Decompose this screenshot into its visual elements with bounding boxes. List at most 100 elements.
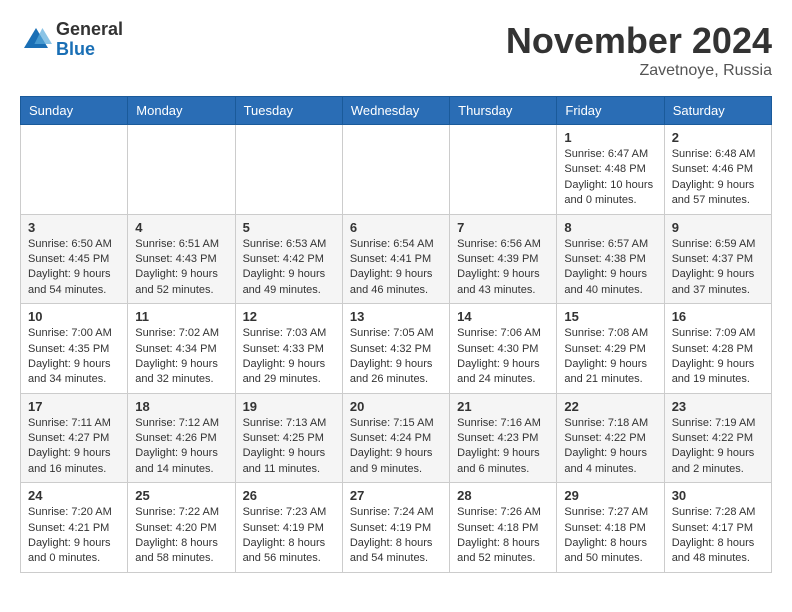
week-row-4: 24 Sunrise: 7:20 AM Sunset: 4:21 PM Dayli… bbox=[21, 483, 772, 573]
day-number: 8 bbox=[564, 220, 656, 235]
calendar-cell: 14 Sunrise: 7:06 AM Sunset: 4:30 PM Dayli… bbox=[450, 304, 557, 394]
day-number: 24 bbox=[28, 488, 120, 503]
day-number: 11 bbox=[135, 309, 227, 324]
logo-blue-text: Blue bbox=[56, 40, 123, 60]
month-title: November 2024 bbox=[506, 20, 772, 62]
calendar-cell: 17 Sunrise: 7:11 AM Sunset: 4:27 PM Dayli… bbox=[21, 393, 128, 483]
logo: General Blue bbox=[20, 20, 123, 60]
day-number: 27 bbox=[350, 488, 442, 503]
calendar-cell: 12Sunrise: 7:03 AM Sunset: 4:33 PM Dayli… bbox=[235, 304, 342, 394]
day-number: 6 bbox=[350, 220, 442, 235]
week-row-1: 3 Sunrise: 6:50 AM Sunset: 4:45 PM Daylig… bbox=[21, 214, 772, 304]
header-wednesday: Wednesday bbox=[342, 97, 449, 125]
calendar-cell: 6 Sunrise: 6:54 AM Sunset: 4:41 PM Daylig… bbox=[342, 214, 449, 304]
day-info: Sunrise: 6:48 AM Sunset: 4:46 PM Dayligh… bbox=[672, 147, 764, 209]
calendar-cell: 3 Sunrise: 6:50 AM Sunset: 4:45 PM Daylig… bbox=[21, 214, 128, 304]
calendar-cell: 1 Sunrise: 6:47 AM Sunset: 4:48 PM Daylig… bbox=[557, 125, 664, 215]
logo-icon bbox=[20, 24, 52, 56]
calendar-cell: 24 Sunrise: 7:20 AM Sunset: 4:21 PM Dayli… bbox=[21, 483, 128, 573]
day-number: 23 bbox=[672, 399, 764, 414]
day-number: 25 bbox=[135, 488, 227, 503]
calendar-cell: 13 Sunrise: 7:05 AM Sunset: 4:32 PM Dayli… bbox=[342, 304, 449, 394]
day-info: Sunrise: 7:05 AM Sunset: 4:32 PM Dayligh… bbox=[350, 326, 442, 388]
calendar-cell: 10Sunrise: 7:00 AM Sunset: 4:35 PM Dayli… bbox=[21, 304, 128, 394]
day-info: Sunrise: 6:54 AM Sunset: 4:41 PM Dayligh… bbox=[350, 237, 442, 299]
calendar-cell: 15Sunrise: 7:08 AM Sunset: 4:29 PM Dayli… bbox=[557, 304, 664, 394]
calendar-cell: 18 Sunrise: 7:12 AM Sunset: 4:26 PM Dayli… bbox=[128, 393, 235, 483]
calendar-table: SundayMondayTuesdayWednesdayThursdayFrid… bbox=[20, 96, 772, 573]
calendar-cell: 9Sunrise: 6:59 AM Sunset: 4:37 PM Daylig… bbox=[664, 214, 771, 304]
logo-general-text: General bbox=[56, 20, 123, 40]
calendar-cell: 16 Sunrise: 7:09 AM Sunset: 4:28 PM Dayli… bbox=[664, 304, 771, 394]
calendar-cell: 21 Sunrise: 7:16 AM Sunset: 4:23 PM Dayli… bbox=[450, 393, 557, 483]
day-info: Sunrise: 7:24 AM Sunset: 4:19 PM Dayligh… bbox=[350, 505, 442, 567]
calendar-cell: 30Sunrise: 7:28 AM Sunset: 4:17 PM Dayli… bbox=[664, 483, 771, 573]
day-number: 21 bbox=[457, 399, 549, 414]
calendar-cell: 28 Sunrise: 7:26 AM Sunset: 4:18 PM Dayli… bbox=[450, 483, 557, 573]
day-info: Sunrise: 7:28 AM Sunset: 4:17 PM Dayligh… bbox=[672, 505, 764, 567]
calendar-cell: 4 Sunrise: 6:51 AM Sunset: 4:43 PM Daylig… bbox=[128, 214, 235, 304]
calendar-cell: 19Sunrise: 7:13 AM Sunset: 4:25 PM Dayli… bbox=[235, 393, 342, 483]
day-number: 28 bbox=[457, 488, 549, 503]
day-info: Sunrise: 7:06 AM Sunset: 4:30 PM Dayligh… bbox=[457, 326, 549, 388]
day-info: Sunrise: 7:09 AM Sunset: 4:28 PM Dayligh… bbox=[672, 326, 764, 388]
day-info: Sunrise: 7:08 AM Sunset: 4:29 PM Dayligh… bbox=[564, 326, 656, 388]
day-number: 26 bbox=[243, 488, 335, 503]
day-info: Sunrise: 6:53 AM Sunset: 4:42 PM Dayligh… bbox=[243, 237, 335, 299]
day-number: 4 bbox=[135, 220, 227, 235]
day-number: 2 bbox=[672, 130, 764, 145]
day-info: Sunrise: 6:51 AM Sunset: 4:43 PM Dayligh… bbox=[135, 237, 227, 299]
day-info: Sunrise: 6:59 AM Sunset: 4:37 PM Dayligh… bbox=[672, 237, 764, 299]
week-row-0: 1 Sunrise: 6:47 AM Sunset: 4:48 PM Daylig… bbox=[21, 125, 772, 215]
calendar-cell: 29Sunrise: 7:27 AM Sunset: 4:18 PM Dayli… bbox=[557, 483, 664, 573]
day-number: 17 bbox=[28, 399, 120, 414]
day-info: Sunrise: 7:02 AM Sunset: 4:34 PM Dayligh… bbox=[135, 326, 227, 388]
day-number: 1 bbox=[564, 130, 656, 145]
calendar-cell: 11 Sunrise: 7:02 AM Sunset: 4:34 PM Dayli… bbox=[128, 304, 235, 394]
week-row-2: 10Sunrise: 7:00 AM Sunset: 4:35 PM Dayli… bbox=[21, 304, 772, 394]
day-number: 5 bbox=[243, 220, 335, 235]
day-info: Sunrise: 7:12 AM Sunset: 4:26 PM Dayligh… bbox=[135, 416, 227, 478]
day-info: Sunrise: 7:26 AM Sunset: 4:18 PM Dayligh… bbox=[457, 505, 549, 567]
day-number: 18 bbox=[135, 399, 227, 414]
day-info: Sunrise: 7:15 AM Sunset: 4:24 PM Dayligh… bbox=[350, 416, 442, 478]
logo-text: General Blue bbox=[56, 20, 123, 60]
day-info: Sunrise: 7:20 AM Sunset: 4:21 PM Dayligh… bbox=[28, 505, 120, 567]
day-number: 13 bbox=[350, 309, 442, 324]
day-info: Sunrise: 6:47 AM Sunset: 4:48 PM Dayligh… bbox=[564, 147, 656, 209]
day-info: Sunrise: 6:56 AM Sunset: 4:39 PM Dayligh… bbox=[457, 237, 549, 299]
week-row-3: 17 Sunrise: 7:11 AM Sunset: 4:27 PM Dayli… bbox=[21, 393, 772, 483]
calendar-cell: 20 Sunrise: 7:15 AM Sunset: 4:24 PM Dayli… bbox=[342, 393, 449, 483]
calendar-cell: 25 Sunrise: 7:22 AM Sunset: 4:20 PM Dayli… bbox=[128, 483, 235, 573]
day-number: 14 bbox=[457, 309, 549, 324]
day-info: Sunrise: 7:16 AM Sunset: 4:23 PM Dayligh… bbox=[457, 416, 549, 478]
header: General Blue November 2024 Zavetnoye, Ru… bbox=[20, 20, 772, 80]
title-section: November 2024 Zavetnoye, Russia bbox=[506, 20, 772, 80]
calendar-cell bbox=[450, 125, 557, 215]
calendar-cell: 5 Sunrise: 6:53 AM Sunset: 4:42 PM Daylig… bbox=[235, 214, 342, 304]
day-info: Sunrise: 7:18 AM Sunset: 4:22 PM Dayligh… bbox=[564, 416, 656, 478]
day-info: Sunrise: 6:57 AM Sunset: 4:38 PM Dayligh… bbox=[564, 237, 656, 299]
calendar-cell bbox=[21, 125, 128, 215]
day-info: Sunrise: 7:22 AM Sunset: 4:20 PM Dayligh… bbox=[135, 505, 227, 567]
day-info: Sunrise: 7:27 AM Sunset: 4:18 PM Dayligh… bbox=[564, 505, 656, 567]
day-info: Sunrise: 7:23 AM Sunset: 4:19 PM Dayligh… bbox=[243, 505, 335, 567]
day-info: Sunrise: 7:11 AM Sunset: 4:27 PM Dayligh… bbox=[28, 416, 120, 478]
calendar-cell bbox=[342, 125, 449, 215]
location-title: Zavetnoye, Russia bbox=[506, 62, 772, 80]
day-number: 20 bbox=[350, 399, 442, 414]
day-number: 16 bbox=[672, 309, 764, 324]
calendar-cell: 2 Sunrise: 6:48 AM Sunset: 4:46 PM Daylig… bbox=[664, 125, 771, 215]
calendar-cell: 22Sunrise: 7:18 AM Sunset: 4:22 PM Dayli… bbox=[557, 393, 664, 483]
day-info: Sunrise: 7:19 AM Sunset: 4:22 PM Dayligh… bbox=[672, 416, 764, 478]
calendar-cell: 27 Sunrise: 7:24 AM Sunset: 4:19 PM Dayli… bbox=[342, 483, 449, 573]
day-number: 3 bbox=[28, 220, 120, 235]
day-number: 7 bbox=[457, 220, 549, 235]
header-monday: Monday bbox=[128, 97, 235, 125]
header-tuesday: Tuesday bbox=[235, 97, 342, 125]
day-number: 12 bbox=[243, 309, 335, 324]
header-thursday: Thursday bbox=[450, 97, 557, 125]
day-info: Sunrise: 6:50 AM Sunset: 4:45 PM Dayligh… bbox=[28, 237, 120, 299]
day-info: Sunrise: 7:13 AM Sunset: 4:25 PM Dayligh… bbox=[243, 416, 335, 478]
day-number: 10 bbox=[28, 309, 120, 324]
